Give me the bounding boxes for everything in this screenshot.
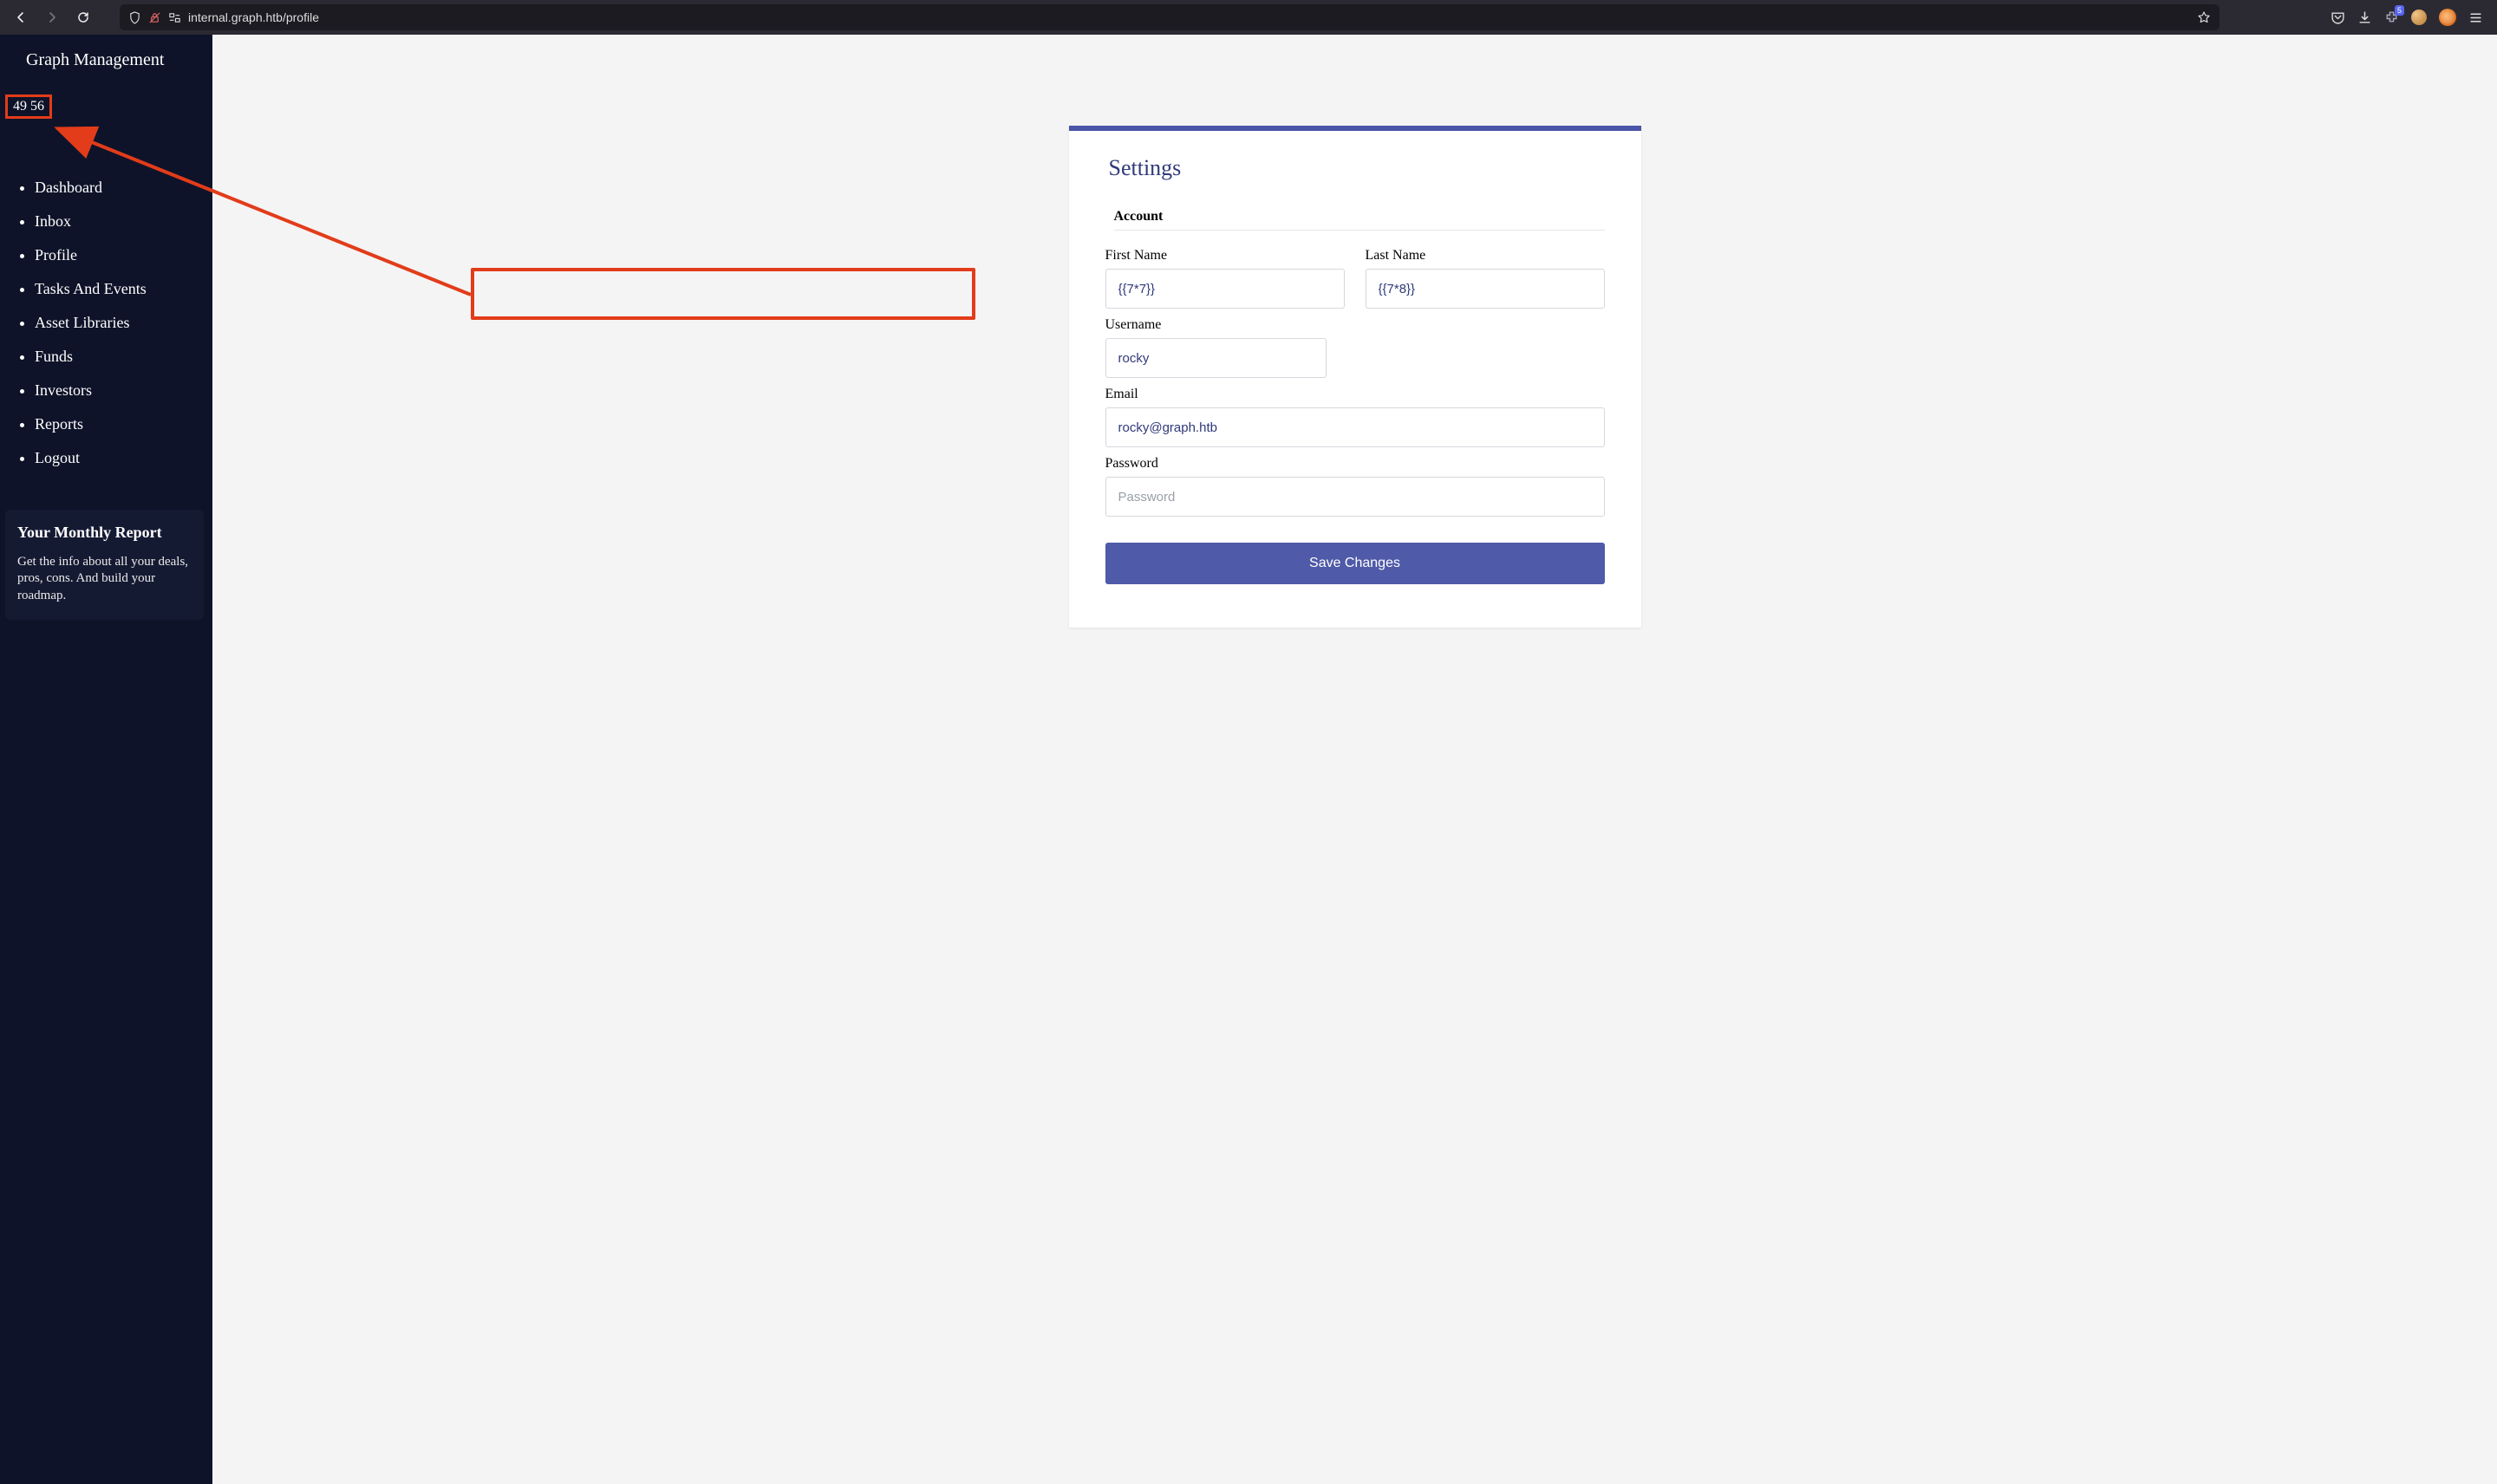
sidebar-item-investors[interactable]: Investors: [35, 374, 212, 407]
cookie-extension-icon[interactable]: [2411, 10, 2427, 25]
password-field[interactable]: [1105, 477, 1605, 517]
save-changes-button[interactable]: Save Changes: [1105, 543, 1605, 584]
last-name-field[interactable]: [1366, 269, 1605, 309]
label-first-name: First Name: [1105, 248, 1345, 264]
main-content: Settings Account First Name Last Name: [212, 35, 2497, 1484]
reload-icon: [76, 10, 90, 24]
label-email: Email: [1105, 387, 1605, 402]
url-text: internal.graph.htb/profile: [188, 10, 2190, 24]
permissions-icon: [168, 11, 181, 24]
address-bar[interactable]: internal.graph.htb/profile: [120, 4, 2220, 30]
extension-badge-count: 5: [2395, 5, 2404, 16]
downloads-icon[interactable]: [2357, 10, 2372, 25]
sidebar-item-inbox[interactable]: Inbox: [35, 205, 212, 238]
sidebar: Graph Management 49 56 Dashboard Inbox P…: [0, 35, 212, 1484]
promo-body: Get the info about all your deals, pros,…: [17, 554, 192, 605]
sidebar-item-tasks-events[interactable]: Tasks And Events: [35, 272, 212, 306]
label-username: Username: [1105, 317, 1605, 333]
username-field[interactable]: [1105, 338, 1327, 378]
arrow-right-icon: [45, 10, 59, 24]
forward-button[interactable]: [40, 5, 64, 29]
settings-heading: Settings: [1109, 155, 1605, 181]
brand-title: Graph Management: [0, 50, 212, 82]
hamburger-menu-icon[interactable]: [2468, 10, 2483, 25]
first-name-field[interactable]: [1105, 269, 1345, 309]
sidebar-item-logout[interactable]: Logout: [35, 441, 212, 475]
extensions-icon[interactable]: 5: [2384, 10, 2399, 25]
reload-button[interactable]: [71, 5, 95, 29]
sidebar-promo-card: Your Monthly Report Get the info about a…: [5, 510, 204, 620]
toolbar-right: 5: [2331, 9, 2488, 26]
sidebar-item-asset-libraries[interactable]: Asset Libraries: [35, 306, 212, 340]
pocket-icon[interactable]: [2331, 10, 2345, 25]
sidebar-item-dashboard[interactable]: Dashboard: [35, 171, 212, 205]
section-account-title: Account: [1114, 209, 1605, 231]
sidebar-item-profile[interactable]: Profile: [35, 238, 212, 272]
profile-extension-icon[interactable]: [2439, 9, 2456, 26]
sidebar-nav: Dashboard Inbox Profile Tasks And Events…: [0, 171, 212, 475]
settings-form: First Name Last Name Username Email: [1105, 239, 1605, 584]
promo-title: Your Monthly Report: [17, 524, 192, 542]
sidebar-item-reports[interactable]: Reports: [35, 407, 212, 441]
sidebar-item-funds[interactable]: Funds: [35, 340, 212, 374]
ssti-result-output: 49 56: [5, 94, 52, 119]
browser-toolbar: internal.graph.htb/profile 5: [0, 0, 2497, 35]
label-password: Password: [1105, 456, 1605, 472]
email-field[interactable]: [1105, 407, 1605, 447]
arrow-left-icon: [14, 10, 28, 24]
settings-card: Settings Account First Name Last Name: [1069, 126, 1641, 628]
shield-icon: [128, 11, 141, 24]
lock-insecure-icon: [148, 11, 161, 24]
back-button[interactable]: [9, 5, 33, 29]
label-last-name: Last Name: [1366, 248, 1605, 264]
bookmark-star-icon[interactable]: [2197, 10, 2211, 24]
